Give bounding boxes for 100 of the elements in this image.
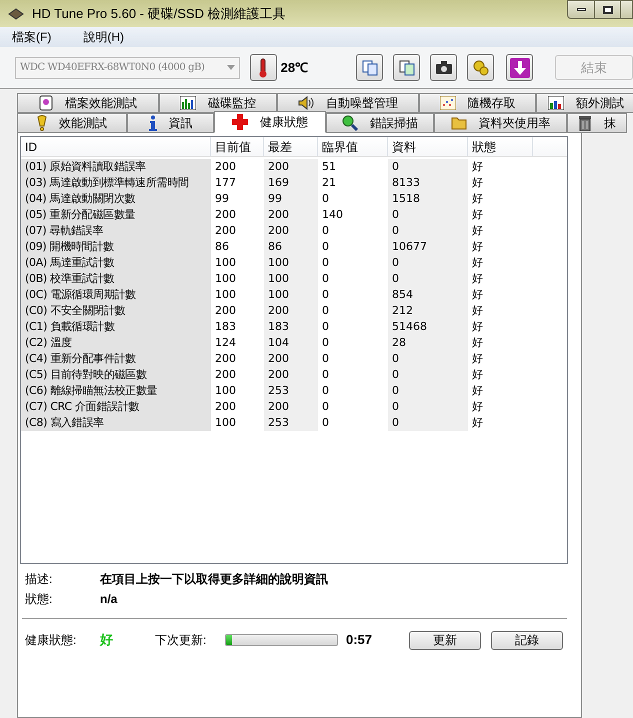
table-cell-text: 好	[471, 319, 484, 335]
arrow-down-icon	[510, 58, 530, 78]
table-cell-text: 200	[214, 207, 237, 223]
table-cell-text: 100	[214, 415, 237, 431]
table-cell-text: 200	[214, 399, 237, 415]
column-header[interactable]: 目前值	[211, 137, 264, 156]
camera-icon	[436, 61, 452, 74]
table-cell-text: 好	[471, 175, 484, 191]
table-cell-text: 86	[214, 239, 230, 255]
table-cell-text: 51	[321, 159, 337, 175]
exclamation-icon	[37, 115, 47, 131]
tab[interactable]: 效能測試	[17, 113, 127, 133]
table-cell-text: 好	[471, 207, 484, 223]
tab[interactable]: 錯誤掃描	[326, 113, 434, 133]
magnifier-icon	[342, 115, 358, 131]
tab[interactable]: 額外測試	[536, 93, 633, 113]
table-cell-text: 200	[214, 303, 237, 319]
gear-icon	[472, 60, 489, 76]
table-cell-text: 0	[321, 287, 330, 303]
table-cell: 183	[264, 319, 318, 335]
minimize-button[interactable]	[567, 0, 595, 19]
table-cell: 200	[264, 223, 318, 239]
table-cell-text: 好	[471, 287, 484, 303]
table-cell: 0	[388, 159, 468, 175]
status-text: n/a	[100, 591, 118, 608]
close-button[interactable]	[621, 0, 633, 19]
tab[interactable]: 資訊	[127, 113, 214, 133]
table-cell: 28	[388, 335, 468, 351]
dropdown-arrow-icon	[226, 65, 235, 70]
trash-icon	[578, 115, 592, 131]
table-cell-text: 124	[214, 335, 237, 351]
table-cell-text: 好	[471, 239, 484, 255]
table-cell-text: 177	[214, 175, 237, 191]
table-cell: 200	[264, 399, 318, 415]
copy-button[interactable]	[356, 54, 384, 81]
tab[interactable]: 磁碟監控	[159, 93, 277, 113]
table-cell: 104	[264, 335, 318, 351]
table-cell: (04) 馬達啟動關閉次數	[21, 191, 211, 207]
speaker-icon	[298, 96, 314, 110]
table-cell-text: 好	[471, 383, 484, 399]
table-cell: 100	[264, 255, 318, 271]
table-cell: (C6) 離線掃瞄無法校正數量	[21, 383, 211, 399]
table-cell: (01) 原始資料讀取錯誤率	[21, 159, 211, 175]
table-cell-text: 0	[321, 271, 330, 287]
table-cell-text: 0	[321, 303, 330, 319]
folder-icon	[450, 116, 466, 130]
info-icon	[148, 115, 156, 131]
table-cell: 253	[264, 415, 318, 431]
table-cell-text: 好	[471, 223, 484, 239]
table-cell: (C8) 寫入錯誤率	[21, 415, 211, 431]
countdown: 0:57	[346, 631, 374, 650]
table-cell: 0	[388, 383, 468, 399]
menu-item[interactable]: 檔案(F)	[12, 28, 52, 46]
table-cell: 0	[388, 415, 468, 431]
maximize-button[interactable]	[595, 0, 621, 19]
column-header[interactable]: 臨界值	[318, 137, 388, 156]
next-update-label: 下次更新:	[155, 632, 208, 649]
table-cell-text: 0	[321, 335, 330, 351]
copy-button[interactable]	[393, 54, 420, 81]
tab[interactable]: 資料夾使用率	[434, 113, 567, 133]
table-cell: 86	[264, 239, 318, 255]
thermometer-icon	[259, 58, 268, 78]
table-cell: 200	[264, 303, 318, 319]
footer-button[interactable]: 更新	[409, 630, 481, 650]
column-header[interactable]: ID	[21, 137, 211, 156]
table-cell-text: 好	[471, 191, 484, 207]
table-cell-text: 0	[321, 255, 330, 271]
table-cell-text: 140	[321, 207, 344, 223]
table-cell: 0	[388, 255, 468, 271]
tab[interactable]: 健康狀態	[214, 111, 326, 133]
tab[interactable]: 抹	[567, 113, 627, 133]
menu-item[interactable]: 說明(H)	[83, 28, 124, 46]
drive-dropdown[interactable]: WDC WD40EFRX-68WT0N0 (4000 gB)	[15, 56, 240, 78]
column-header[interactable]: 資料	[388, 137, 468, 156]
table-cell-text: 0	[321, 367, 330, 383]
table-cell-text: 0	[321, 383, 330, 399]
table-cell: 0	[388, 351, 468, 367]
table-cell: 212	[388, 303, 468, 319]
screenshot-button[interactable]	[430, 54, 458, 81]
table-cell: 10677	[388, 239, 468, 255]
table-cell: (C2) 溫度	[21, 335, 211, 351]
table-cell-text: 0	[321, 239, 330, 255]
column-header[interactable]: 狀態	[468, 137, 533, 156]
options-button[interactable]	[467, 54, 494, 81]
tab[interactable]: 隨機存取	[419, 93, 536, 113]
tab[interactable]: 檔案效能測試	[17, 93, 159, 113]
thermometer-button[interactable]	[250, 54, 277, 81]
copy-icon	[362, 60, 378, 76]
column-header[interactable]: 最差	[264, 137, 318, 156]
temperature-reading: 28℃	[280, 58, 308, 77]
table-cell: 0	[388, 207, 468, 223]
table-cell-text: 0	[321, 191, 330, 207]
footer-button[interactable]: 記錄	[491, 630, 563, 650]
save-button[interactable]	[506, 54, 534, 81]
table-cell-text: 好	[471, 159, 484, 175]
table-cell: 0	[388, 271, 468, 287]
table-cell: 100	[264, 271, 318, 287]
tab[interactable]: 自動噪聲管理	[277, 93, 419, 113]
chart-icon	[548, 96, 564, 110]
status-label: 狀態:	[25, 591, 54, 608]
